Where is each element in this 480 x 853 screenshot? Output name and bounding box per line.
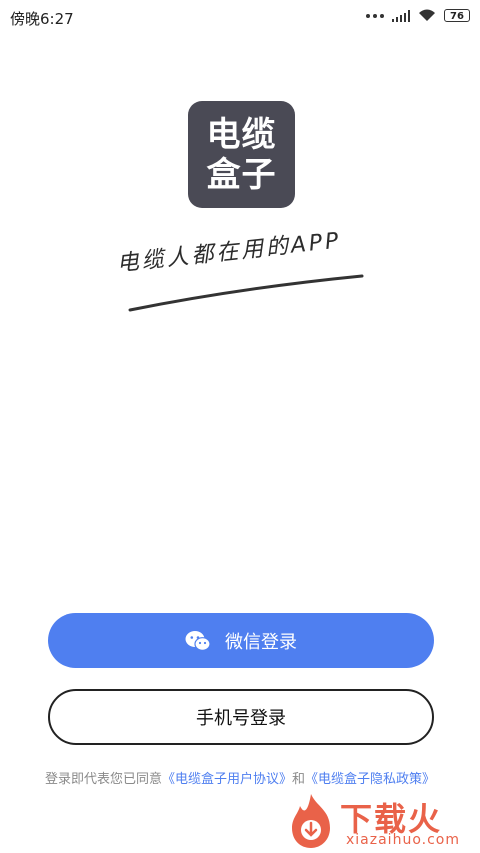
app-logo: 电缆 盒子 — [188, 101, 295, 208]
slogan-underline-swoosh — [128, 274, 364, 312]
slogan: 电缆人都在用的APP — [100, 228, 390, 318]
more-notifications-icon — [366, 13, 384, 18]
wechat-login-button[interactable]: 微信登录 — [48, 613, 434, 668]
phone-login-button[interactable]: 手机号登录 — [48, 689, 434, 745]
agreement-text: 登录即代表您已同意《电缆盒子用户协议》和《电缆盒子隐私政策》 — [0, 768, 480, 787]
wechat-login-label: 微信登录 — [225, 631, 297, 653]
agreement-conjunction: 和 — [292, 772, 306, 787]
user-agreement-link[interactable]: 《电缆盒子用户协议》 — [162, 772, 292, 787]
logo-text-line1: 电缆 — [206, 115, 277, 155]
phone-login-label: 手机号登录 — [196, 708, 286, 729]
status-bar: 傍晚6:27 76 — [0, 0, 480, 34]
privacy-policy-link[interactable]: 《电缆盒子隐私政策》 — [305, 772, 435, 787]
status-time: 傍晚6:27 — [10, 10, 74, 28]
flame-download-icon — [292, 794, 330, 848]
agreement-prefix: 登录即代表您已同意 — [44, 772, 162, 787]
watermark: 下载火 xiazaihuo.com — [284, 792, 474, 852]
wechat-icon — [185, 630, 211, 651]
watermark-url: xiazaihuo.com — [346, 832, 460, 848]
signal-icon — [392, 9, 410, 22]
logo-text-line2: 盒子 — [206, 155, 277, 195]
battery-icon: 76 — [444, 9, 470, 22]
wifi-icon — [419, 9, 435, 21]
status-icons: 76 — [366, 9, 470, 22]
login-screen: 傍晚6:27 76 电缆 盒子 电缆人都在用的APP 微信登录 手机号登录 登录… — [0, 0, 480, 853]
